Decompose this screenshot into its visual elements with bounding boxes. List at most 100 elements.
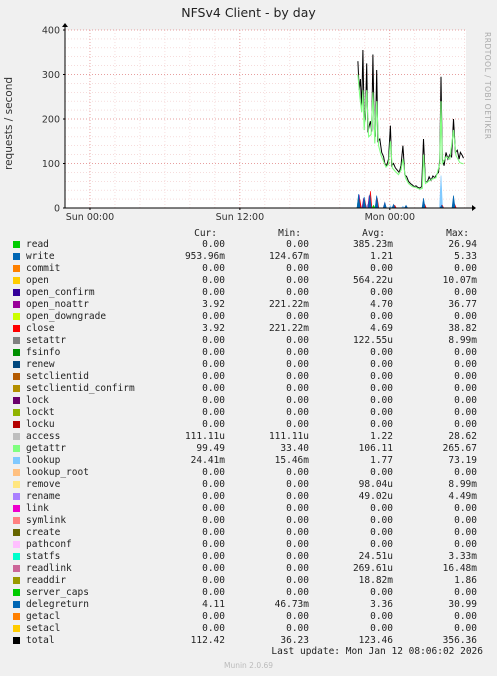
legend-cur: 0.00 — [202, 575, 225, 586]
legend-row-setclientid-confirm: setclientid_confirm 0.00 0.00 0.00 0.00 — [0, 383, 497, 395]
legend-avg: 18.82m — [358, 575, 393, 586]
legend-max: 0.00 — [454, 383, 477, 394]
legend-max: 8.99m — [448, 479, 477, 490]
legend-row-open-noattr: open_noattr 3.92 221.22m 4.70 36.77 — [0, 299, 497, 311]
legend-avg: 24.51u — [358, 551, 393, 562]
legend-cur: 0.00 — [202, 383, 225, 394]
legend-cur: 0.00 — [202, 335, 225, 346]
legend-max: 0.00 — [454, 587, 477, 598]
legend-swatch — [13, 421, 20, 428]
legend-cur: 24.41m — [190, 455, 225, 466]
legend-min: 33.40 — [280, 443, 309, 454]
y-tick-label: 200 — [42, 115, 60, 126]
legend-max: 0.00 — [454, 611, 477, 622]
legend-max: 0.00 — [454, 539, 477, 550]
legend-row-getacl: getacl 0.00 0.00 0.00 0.00 — [0, 611, 497, 623]
legend-swatch — [13, 481, 20, 488]
legend-cur: 0.00 — [202, 539, 225, 550]
legend-avg: 0.00 — [370, 347, 393, 358]
legend-row-remove: remove 0.00 0.00 98.04u 8.99m — [0, 479, 497, 491]
legend-row-fsinfo: fsinfo 0.00 0.00 0.00 0.00 — [0, 347, 497, 359]
legend-label: access — [26, 431, 61, 442]
legend-row-write: write 953.96m 124.67m 1.21 5.33 — [0, 251, 497, 263]
legend-row-setacl: setacl 0.00 0.00 0.00 0.00 — [0, 623, 497, 635]
legend-cur: 0.00 — [202, 587, 225, 598]
legend-max: 0.00 — [454, 419, 477, 430]
munin-footer: Munin 2.0.69 — [223, 661, 274, 670]
legend-max: 4.49m — [448, 491, 477, 502]
legend-row-link: link 0.00 0.00 0.00 0.00 — [0, 503, 497, 515]
last-update: Last update: Mon Jan 12 08:06:02 2026 — [271, 646, 483, 657]
legend-avg: 0.00 — [370, 311, 393, 322]
legend-min: 111.11u — [268, 431, 309, 442]
legend-max: 0.00 — [454, 263, 477, 274]
legend-cur: 0.00 — [202, 395, 225, 406]
legend-cur: 0.00 — [202, 275, 225, 286]
legend-swatch — [13, 601, 20, 608]
legend-max: 5.33 — [454, 251, 477, 262]
y-tick-label: 400 — [42, 26, 60, 37]
legend-max: 265.67 — [442, 443, 477, 454]
legend-avg: 0.00 — [370, 527, 393, 538]
legend-cur: 0.00 — [202, 239, 225, 250]
legend-min: 0.00 — [286, 563, 309, 574]
legend-row-create: create 0.00 0.00 0.00 0.00 — [0, 527, 497, 539]
legend-avg: 1.22 — [370, 431, 393, 442]
legend-avg: 0.00 — [370, 287, 393, 298]
legend-label: setattr — [26, 335, 67, 346]
legend-max: 26.94 — [448, 239, 477, 250]
legend-cur: 0.00 — [202, 359, 225, 370]
legend-row-delegreturn: delegreturn 4.11 46.73m 3.36 30.99 — [0, 599, 497, 611]
legend-min: 0.00 — [286, 419, 309, 430]
legend-max: 0.00 — [454, 515, 477, 526]
legend-swatch — [13, 577, 20, 584]
col-cur-header: Cur: — [194, 228, 217, 239]
legend-swatch — [13, 565, 20, 572]
legend-cur: 953.96m — [184, 251, 225, 262]
legend-min: 0.00 — [286, 575, 309, 586]
legend-row-lookup-root: lookup_root 0.00 0.00 0.00 0.00 — [0, 467, 497, 479]
legend-min: 0.00 — [286, 407, 309, 418]
legend-min: 0.00 — [286, 467, 309, 478]
y-tick-label: 300 — [42, 70, 60, 81]
legend-label: fsinfo — [26, 347, 61, 358]
col-avg-header: Avg: — [362, 228, 385, 239]
legend-min: 0.00 — [286, 335, 309, 346]
legend-avg: 0.00 — [370, 359, 393, 370]
legend-max: 3.33m — [448, 551, 477, 562]
legend-max: 0.00 — [454, 371, 477, 382]
legend-label: delegreturn — [26, 599, 89, 610]
legend-avg: 0.00 — [370, 407, 393, 418]
legend-avg: 0.00 — [370, 503, 393, 514]
legend-row-close: close 3.92 221.22m 4.69 38.82 — [0, 323, 497, 335]
legend-cur: 0.00 — [202, 311, 225, 322]
legend-max: 16.48m — [442, 563, 477, 574]
legend-cur: 111.11u — [184, 431, 225, 442]
legend-label: remove — [26, 479, 61, 490]
legend-label: lookup_root — [26, 467, 89, 478]
legend-max: 0.00 — [454, 311, 477, 322]
legend-avg: 49.02u — [358, 491, 393, 502]
legend-avg: 4.69 — [370, 323, 393, 334]
legend-swatch — [13, 361, 20, 368]
legend-label: server_caps — [26, 587, 89, 598]
legend-row-lookup: lookup 24.41m 15.46m 1.77 73.19 — [0, 455, 497, 467]
legend-row-server-caps: server_caps 0.00 0.00 0.00 0.00 — [0, 587, 497, 599]
legend-min: 0.00 — [286, 263, 309, 274]
legend-swatch — [13, 337, 20, 344]
legend-avg: 0.00 — [370, 539, 393, 550]
legend-min: 0.00 — [286, 239, 309, 250]
legend-swatch — [13, 505, 20, 512]
legend-max: 0.00 — [454, 527, 477, 538]
legend-cur: 0.00 — [202, 503, 225, 514]
legend-swatch — [13, 313, 20, 320]
legend-cur: 0.00 — [202, 491, 225, 502]
legend-row-open-confirm: open_confirm 0.00 0.00 0.00 0.00 — [0, 287, 497, 299]
legend-min: 0.00 — [286, 515, 309, 526]
legend-label: getacl — [26, 611, 61, 622]
legend-swatch — [13, 517, 20, 524]
legend-min: 0.00 — [286, 503, 309, 514]
legend-swatch — [13, 241, 20, 248]
legend-min: 0.00 — [286, 395, 309, 406]
col-max-header: Max: — [446, 228, 469, 239]
